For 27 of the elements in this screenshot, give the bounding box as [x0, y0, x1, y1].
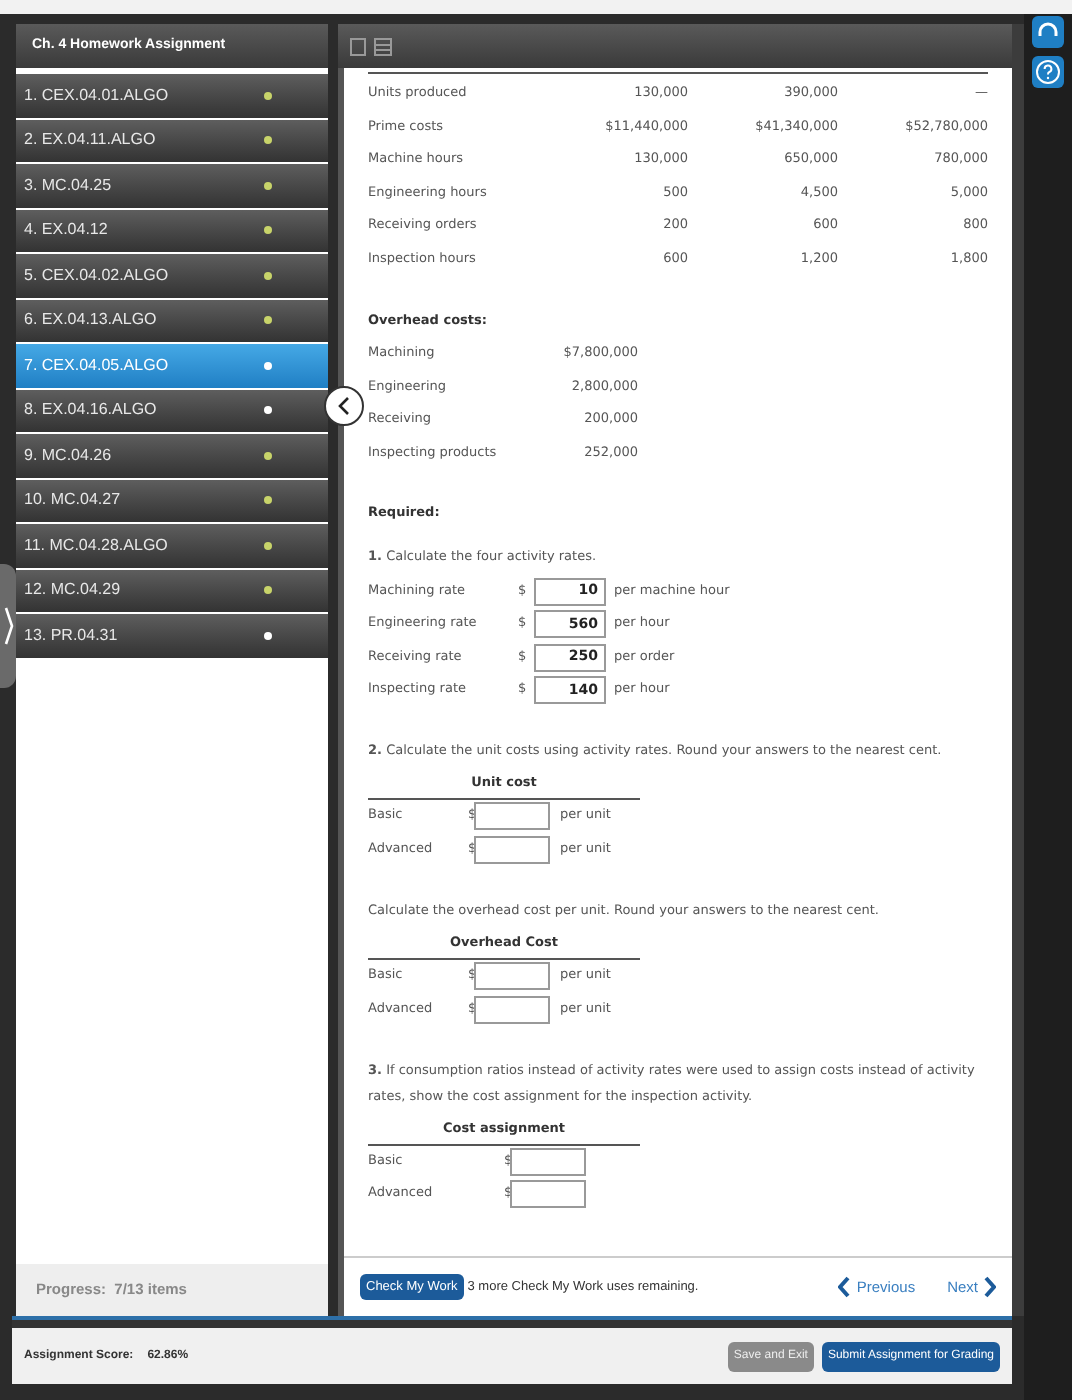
input-field[interactable] — [474, 962, 550, 990]
input-field[interactable] — [474, 802, 550, 831]
chevron-left-icon — [338, 396, 350, 416]
input-field[interactable] — [510, 1147, 586, 1176]
side-tab[interactable] — [0, 564, 16, 688]
input-field[interactable] — [474, 835, 550, 864]
sidebar-item[interactable]: 9. MC.04.26 — [16, 434, 328, 477]
sidebar-item[interactable]: 12. MC.04.29 — [16, 569, 328, 612]
sidebar-item[interactable]: 6. EX.04.13.ALGO — [16, 299, 328, 342]
input-field[interactable] — [510, 1180, 586, 1209]
input-field[interactable] — [474, 995, 550, 1023]
sidebar-item[interactable]: 3. MC.04.25 — [16, 164, 328, 207]
grid-icon[interactable] — [374, 37, 392, 55]
help-icon[interactable] — [1032, 56, 1064, 88]
sidebar-item[interactable]: 10. MC.04.27 — [16, 479, 328, 522]
sidebar-item[interactable]: 1. CEX.04.01.ALGO — [16, 74, 328, 117]
sidebar-item[interactable]: 5. CEX.04.02.ALGO — [16, 254, 328, 297]
chevron-right-icon — [984, 1276, 996, 1298]
sidebar-item[interactable]: 2. EX.04.11.ALGO — [16, 119, 328, 162]
headset-icon[interactable] — [1032, 16, 1064, 48]
chevron-right-icon — [3, 606, 13, 646]
sidebar-item[interactable]: 11. MC.04.28.ALGO — [16, 524, 328, 567]
document-icon[interactable] — [350, 37, 366, 55]
sidebar-item[interactable]: 8. EX.04.16.ALGO — [16, 389, 328, 432]
sidebar-item[interactable]: 4. EX.04.12 — [16, 209, 328, 252]
chevron-left-icon — [838, 1276, 851, 1298]
sidebar-item[interactable]: 13. PR.04.31 — [16, 614, 328, 657]
